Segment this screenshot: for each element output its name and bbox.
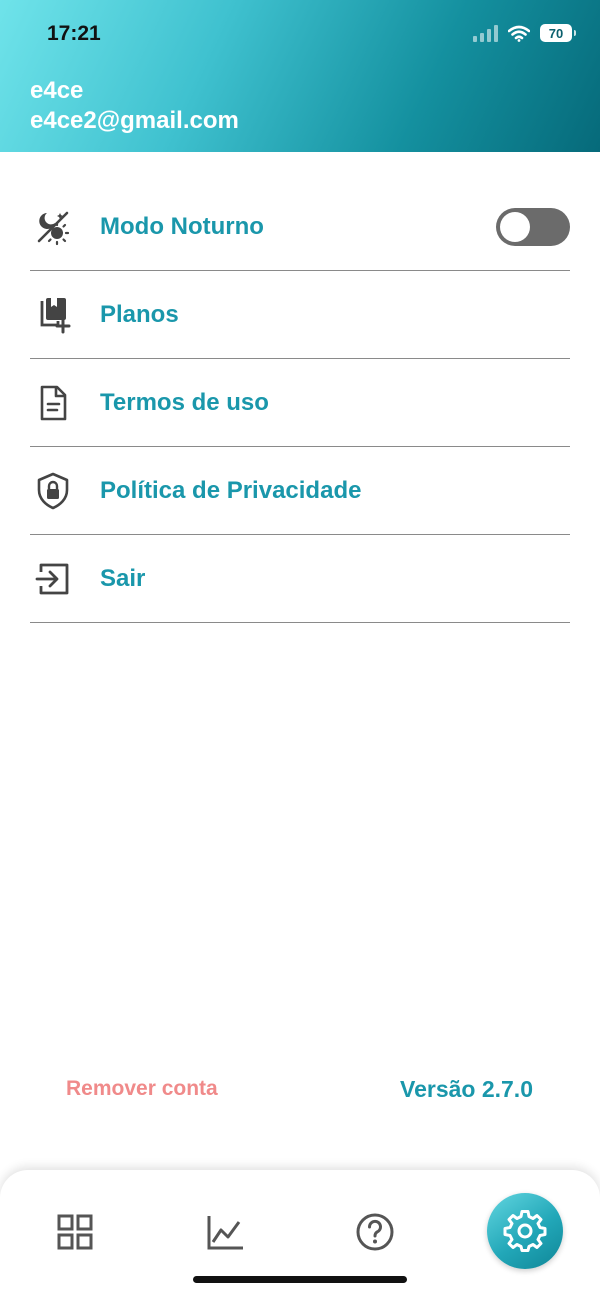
menu-item-privacy[interactable]: Política de Privacidade [30,447,570,535]
settings-icon [503,1210,547,1252]
menu-item-night-mode[interactable]: Modo Noturno [30,183,570,271]
settings-button[interactable] [487,1193,563,1269]
menu-item-label: Planos [100,300,179,328]
plans-icon [32,294,74,336]
toggle-knob [500,212,530,242]
menu-item-label: Sair [100,564,146,592]
menu-item-plans[interactable]: Planos [30,271,570,359]
remove-account-button[interactable]: Remover conta [66,1077,218,1101]
menu-item-logout[interactable]: Sair [30,535,570,623]
settings-menu: Modo Noturno Planos Termos de uso Políti… [30,183,570,623]
menu-item-label: Modo Noturno [100,212,264,240]
user-name: e4ce [30,77,84,104]
app-version: Versão 2.7.0 [400,1076,533,1102]
grid-icon[interactable] [55,1212,95,1252]
battery-icon: 70 [540,24,576,42]
profile-header: 17:21 70 e4ce e4ce2@gmail.com [0,0,600,152]
logout-icon [32,558,74,600]
home-indicator [193,1276,407,1283]
bottom-navigation [0,1170,600,1298]
menu-item-label: Política de Privacidade [100,476,362,504]
status-icons: 70 [473,24,576,42]
cellular-signal-icon [473,24,498,42]
status-time: 17:21 [47,22,101,45]
user-email: e4ce2@gmail.com [30,107,239,134]
night-mode-toggle[interactable] [496,208,570,246]
help-icon[interactable] [355,1212,395,1252]
menu-item-terms[interactable]: Termos de uso [30,359,570,447]
chart-icon[interactable] [205,1212,245,1252]
shield-lock-icon [32,470,74,512]
menu-item-label: Termos de uso [100,388,269,416]
wifi-icon [508,25,530,42]
night-mode-icon [32,206,74,248]
document-icon [32,382,74,424]
